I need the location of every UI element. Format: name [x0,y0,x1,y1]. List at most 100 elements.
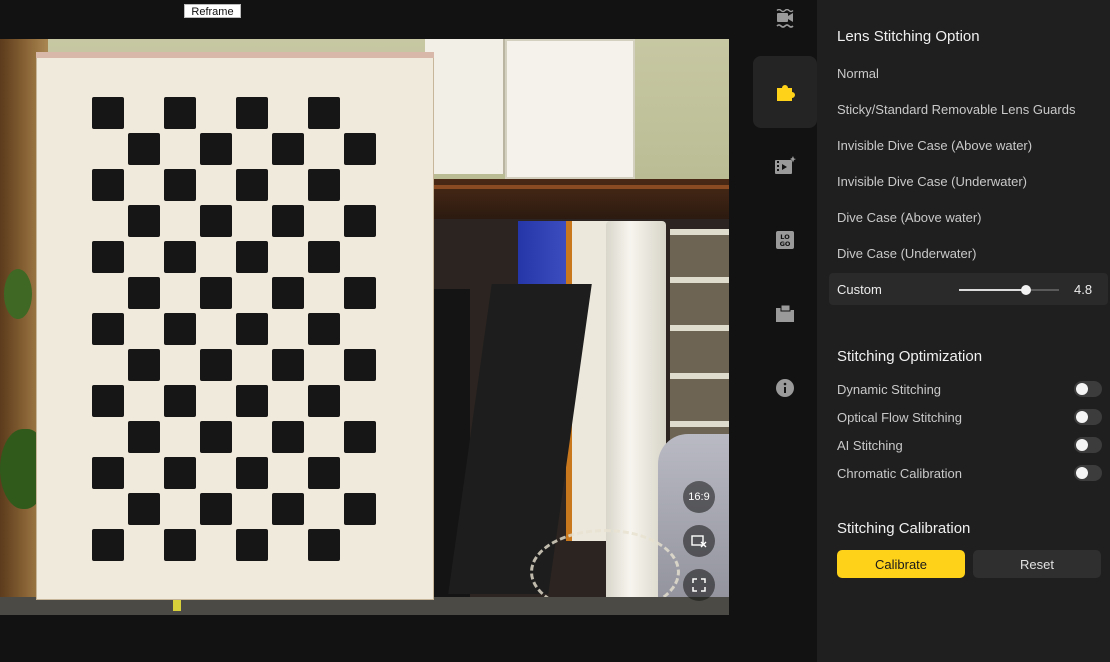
checker-square [272,493,304,525]
lens-stitching-title: Lens Stitching Option [837,28,980,45]
app-window: Reframe 16:9 LO GO Lens Stitching Option… [0,0,1110,662]
toggle-knob [1076,467,1088,479]
checker-square [92,169,124,201]
checker-square [344,421,376,453]
lens-option-normal[interactable]: Normal [837,66,879,81]
checker-square [236,457,268,489]
aspect-ratio-label: 16:9 [688,491,710,503]
custom-slider-thumb[interactable] [1021,285,1031,295]
nav-lens-stitching[interactable] [753,56,817,128]
custom-slider-fill [959,289,1026,291]
settings-panel: Lens Stitching Option Normal Sticky/Stan… [817,0,1110,662]
checker-square [92,97,124,129]
checker-square [164,529,196,561]
checker-square [308,457,340,489]
lens-option-invisible-dive-under[interactable]: Invisible Dive Case (Underwater) [837,174,1027,189]
lens-option-custom[interactable]: Custom 4.8 [829,273,1108,305]
checker-square [200,421,232,453]
nav-logo[interactable]: LO GO [753,204,817,276]
checker-square [92,529,124,561]
checker-square [236,385,268,417]
lens-option-invisible-dive-above[interactable]: Invisible Dive Case (Above water) [837,138,1032,153]
checker-square [92,385,124,417]
toggle-label: Optical Flow Stitching [837,410,962,425]
toggle-label: AI Stitching [837,438,903,453]
scene-leaf [4,269,32,319]
checker-square [236,97,268,129]
checker-square [308,313,340,345]
checker-square [344,349,376,381]
toggle-row-ai-stitching: AI Stitching [837,436,1102,456]
checker-square [164,241,196,273]
reframe-label: Reframe [184,4,241,18]
toggle-knob [1076,383,1088,395]
checker-square [344,205,376,237]
checker-square [272,205,304,237]
toggle-knob [1076,411,1088,423]
video-wave-icon [776,9,794,28]
nav-video-effects[interactable] [753,130,817,202]
checker-square [236,529,268,561]
reframe-toggle-button[interactable] [683,525,715,557]
checker-square [236,241,268,273]
nav-info[interactable] [753,352,817,424]
puzzle-icon [777,85,795,101]
lens-option-lens-guards[interactable]: Sticky/Standard Removable Lens Guards [837,102,1075,117]
scene-rack [670,229,729,469]
calibration-board-top [36,52,434,58]
nav-video-settings[interactable] [753,0,817,56]
film-sparkle-icon [775,156,796,174]
checker-square [164,97,196,129]
ai-stitching-toggle[interactable] [1074,437,1102,453]
checker-square [272,349,304,381]
toggle-label: Chromatic Calibration [837,466,962,481]
checker-square [200,493,232,525]
checker-square [344,133,376,165]
folder-icon [776,304,794,322]
video-preview[interactable]: 16:9 [0,39,729,615]
checker-square [272,277,304,309]
lens-option-dive-above[interactable]: Dive Case (Above water) [837,210,982,225]
lens-option-dive-under[interactable]: Dive Case (Underwater) [837,246,976,261]
toggle-knob [1076,439,1088,451]
checker-square [200,205,232,237]
checker-square [236,313,268,345]
toggle-row-chromatic-calibration: Chromatic Calibration [837,464,1102,484]
toggle-row-dynamic-stitching: Dynamic Stitching [837,380,1102,400]
calibrate-button[interactable]: Calibrate [837,550,965,578]
logo-icon: LO GO [776,231,794,249]
checker-square [308,97,340,129]
checker-square [128,277,160,309]
calibration-title: Stitching Calibration [837,520,971,537]
checker-square [200,349,232,381]
custom-value: 4.8 [1074,282,1093,297]
custom-label: Custom [837,282,882,297]
checker-square [92,313,124,345]
settings-nav: LO GO [745,0,817,662]
checker-square [164,313,196,345]
aspect-ratio-button[interactable]: 16:9 [683,481,715,513]
checker-square [128,349,160,381]
custom-slider[interactable] [959,285,1059,295]
checker-square [308,169,340,201]
info-icon [776,379,794,397]
toggle-row-optical-flow: Optical Flow Stitching [837,408,1102,428]
chromatic-calibration-toggle[interactable] [1074,465,1102,481]
checker-square [200,277,232,309]
checker-square [200,133,232,165]
dynamic-stitching-toggle[interactable] [1074,381,1102,397]
checker-square [308,385,340,417]
checker-square [164,457,196,489]
nav-export[interactable] [753,278,817,350]
checker-square [272,421,304,453]
reset-button[interactable]: Reset [973,550,1101,578]
checker-square [128,205,160,237]
checker-square [128,493,160,525]
svg-text:GO: GO [780,240,791,248]
fullscreen-button[interactable] [683,569,715,601]
scene-shelf-lip [425,185,729,189]
fullscreen-icon [692,578,706,592]
checkerboard-pattern [92,97,376,561]
checker-square [164,385,196,417]
optical-flow-toggle[interactable] [1074,409,1102,425]
